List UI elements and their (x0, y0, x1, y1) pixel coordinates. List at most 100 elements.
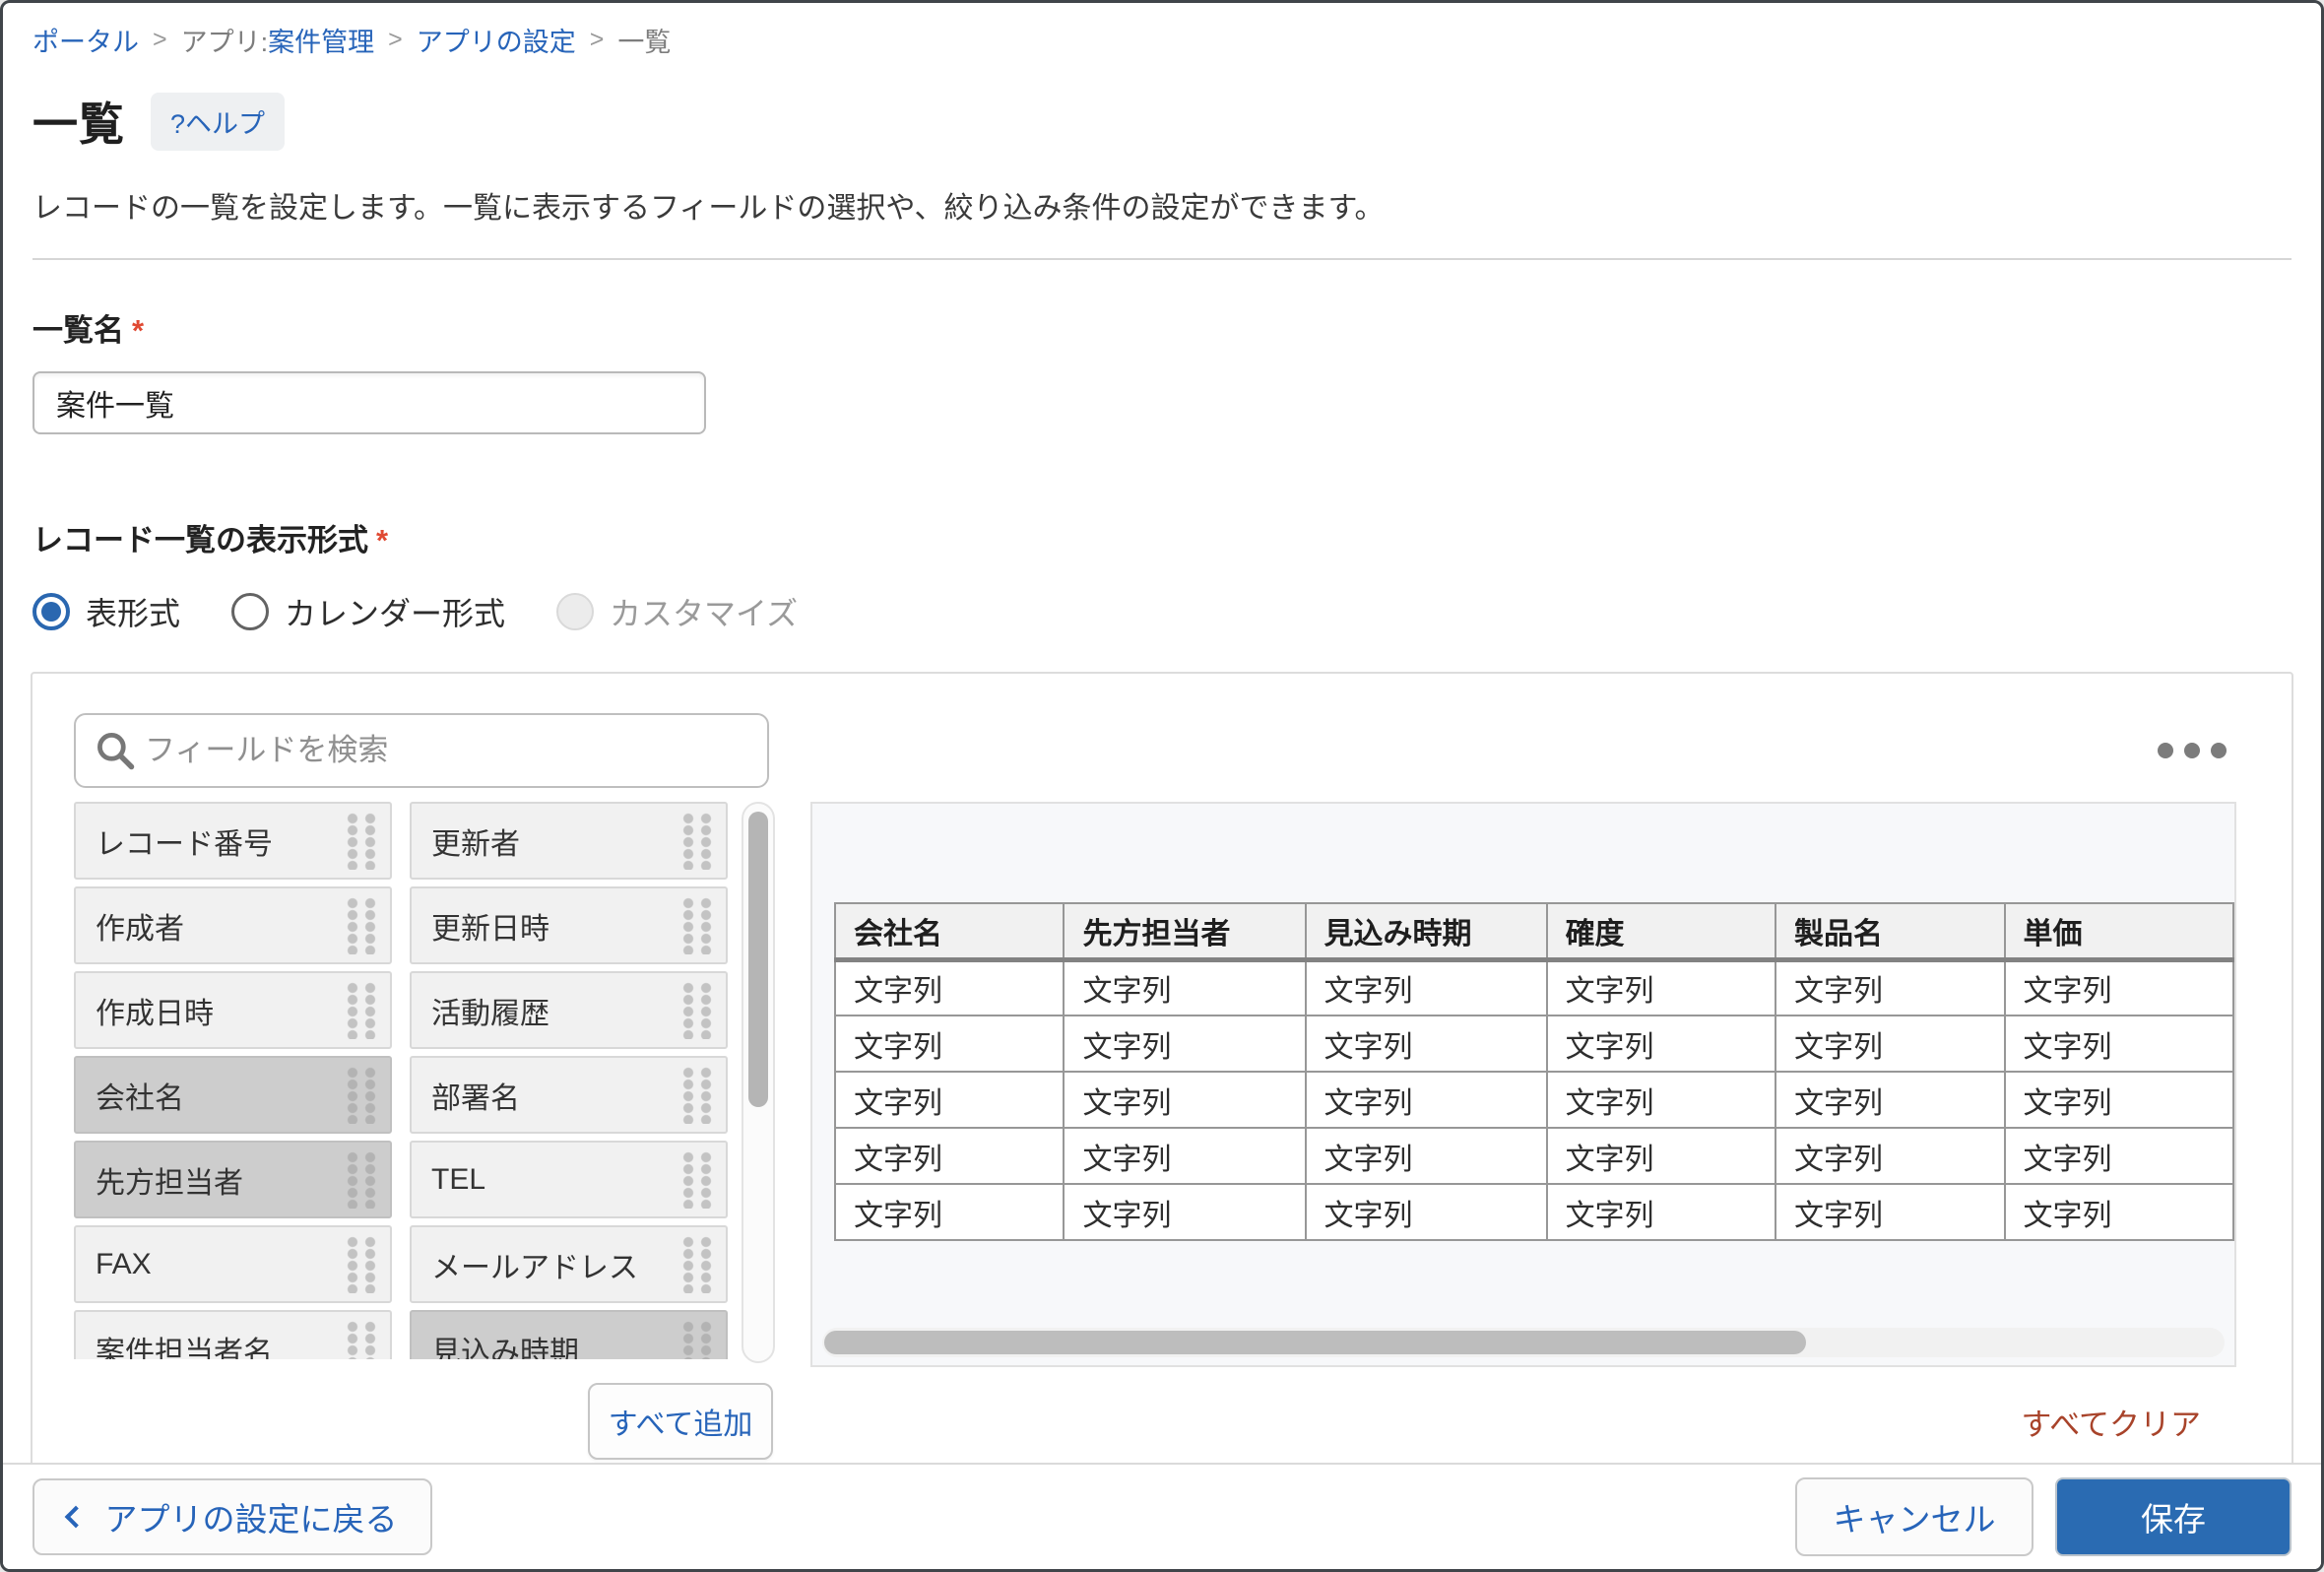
preview-column-header[interactable]: 確度 (1545, 902, 1777, 962)
field-chip-label: 更新者 (431, 827, 520, 861)
preview-cell: 文字列 (1545, 1071, 1777, 1129)
field-chip[interactable]: 案件担当者名 (74, 1310, 392, 1359)
preview-cell: 文字列 (2003, 1015, 2234, 1073)
field-chip[interactable]: レコード番号 (74, 802, 392, 880)
field-chip-label: 部署名 (431, 1081, 520, 1115)
preview-cell: 文字列 (1063, 1015, 1307, 1073)
field-chip-label: 先方担当者 (96, 1166, 243, 1200)
field-chip[interactable]: TEL (410, 1141, 728, 1218)
page-title: 一覧 (32, 98, 125, 150)
field-chip-label: 会社名 (96, 1081, 184, 1115)
list-name-input[interactable] (32, 371, 706, 434)
help-button[interactable]: ?ヘルプ (151, 92, 286, 151)
drag-handle-icon[interactable] (682, 812, 718, 870)
field-list-scrollbar[interactable] (742, 802, 775, 1363)
breadcrumb-text: アプリ: (180, 28, 269, 57)
preview-cell: 文字列 (1545, 1015, 1777, 1073)
save-button[interactable]: 保存 (2055, 1477, 2292, 1556)
drag-handle-icon[interactable] (347, 1320, 382, 1359)
preview-cell: 文字列 (1775, 1127, 2006, 1185)
field-chip-label: FAX (96, 1247, 152, 1280)
preview-cell: 文字列 (1304, 1127, 1548, 1185)
breadcrumb-item: アプリ: 案件管理 (181, 21, 375, 59)
drag-handle-icon[interactable] (347, 981, 382, 1039)
breadcrumb-item: アプリの設定 (417, 21, 576, 59)
field-chip[interactable]: 更新日時 (410, 886, 728, 964)
preview-cell: 文字列 (833, 1015, 1065, 1073)
preview-cell: 文字列 (1063, 1071, 1307, 1129)
preview-cell: 文字列 (1545, 958, 1777, 1016)
preview-horizontal-scrollbar[interactable] (822, 1328, 2225, 1357)
radio-selected-icon (32, 593, 70, 630)
display-format-label: レコード一覧の表示形式 * (32, 523, 389, 557)
drag-handle-icon[interactable] (682, 896, 718, 954)
preview-column-header[interactable]: 見込み時期 (1304, 902, 1548, 962)
cancel-button[interactable]: キャンセル (1795, 1477, 2034, 1556)
clear-all-link[interactable]: すべてクリア (2021, 1400, 2201, 1444)
radio-customize-format: カスタマイズ (556, 589, 798, 634)
list-preview: 会社名 先方担当者 見込み時期 確度 製品名 単価 文字列 文字列 文字列 文字列 文字列 文字列文… (810, 802, 2236, 1367)
field-chip[interactable]: 活動履歴 (410, 971, 728, 1049)
radio-calendar-format[interactable]: カレンダー形式 (231, 589, 505, 634)
breadcrumb-item: 一覧 (617, 21, 671, 59)
scrollbar-thumb[interactable] (824, 1331, 1806, 1354)
field-chip-label: レコード番号 (96, 827, 273, 861)
field-chip[interactable]: 部署名 (410, 1056, 728, 1134)
field-chip-label: 更新日時 (431, 912, 549, 946)
preview-cell: 文字列 (1545, 1127, 1777, 1185)
breadcrumb-link[interactable]: ポータル (32, 21, 139, 59)
field-chip[interactable]: 作成者 (74, 886, 392, 964)
field-search-input[interactable] (74, 713, 769, 788)
preview-row: 文字列 文字列 文字列 文字列 文字列 文字列 (833, 958, 2234, 1016)
field-chip[interactable]: 先方担当者 (74, 1141, 392, 1218)
breadcrumb-separator: > (589, 26, 605, 53)
preview-cell: 文字列 (833, 1071, 1065, 1129)
ellipsis-menu-icon[interactable] (2148, 733, 2236, 768)
field-chip[interactable]: 作成日時 (74, 971, 392, 1049)
display-format-options: 表形式 カレンダー形式 カスタマイズ (32, 589, 2292, 634)
field-chip[interactable]: メールアドレス (410, 1225, 728, 1303)
preview-cell: 文字列 (2003, 1127, 2234, 1185)
drag-handle-icon[interactable] (682, 981, 718, 1039)
field-list: レコード番号 更新者作成者 更新日時作成日時 活動履歴会社名 部署名先方担当者 TEL FA… (74, 802, 810, 1363)
preview-cell: 文字列 (833, 958, 1065, 1016)
field-chip[interactable]: 会社名 (74, 1056, 392, 1134)
preview-cell: 文字列 (1304, 1015, 1548, 1073)
drag-handle-icon[interactable] (682, 1235, 718, 1293)
breadcrumb-separator: > (388, 26, 403, 53)
preview-column-header[interactable]: 製品名 (1775, 902, 2006, 962)
preview-body: 文字列 文字列 文字列 文字列 文字列 文字列 文字列 文字列 文字列 文字列 文字列 文字列 文字列文… (833, 958, 2234, 1241)
field-chip-label: 作成日時 (96, 997, 214, 1030)
back-to-settings-button[interactable]: アプリの設定に戻る (32, 1478, 432, 1555)
drag-handle-icon[interactable] (682, 1150, 718, 1209)
scrollbar-thumb[interactable] (748, 812, 768, 1107)
field-chip[interactable]: 見込み時期 (410, 1310, 728, 1359)
preview-cell: 文字列 (833, 1127, 1065, 1185)
preview-cell: 文字列 (1775, 1071, 2006, 1129)
field-chip-label: TEL (431, 1162, 486, 1196)
drag-handle-icon[interactable] (347, 812, 382, 870)
search-icon (97, 733, 135, 770)
drag-handle-icon[interactable] (682, 1066, 718, 1124)
preview-column-header[interactable]: 単価 (2003, 902, 2234, 962)
field-chip[interactable]: 更新者 (410, 802, 728, 880)
drag-handle-icon[interactable] (347, 1150, 382, 1209)
preview-column-header[interactable]: 会社名 (833, 902, 1065, 962)
breadcrumb: ポータル > アプリ: 案件管理 > アプリの設定 > 一覧 (3, 3, 2321, 59)
field-search (74, 713, 769, 788)
field-chip[interactable]: FAX (74, 1225, 392, 1303)
divider (32, 258, 2292, 260)
breadcrumb-link[interactable]: 案件管理 (268, 21, 374, 59)
preview-cell: 文字列 (1775, 1015, 2006, 1073)
radio-table-format[interactable]: 表形式 (32, 589, 180, 634)
preview-cell: 文字列 (1775, 958, 2006, 1016)
add-all-button[interactable]: すべて追加 (588, 1383, 773, 1460)
breadcrumb-link[interactable]: アプリの設定 (417, 21, 576, 59)
breadcrumb-separator: > (153, 26, 167, 53)
radio-disabled-icon (556, 593, 595, 630)
drag-handle-icon[interactable] (347, 1235, 382, 1293)
preview-column-header[interactable]: 先方担当者 (1063, 902, 1307, 962)
drag-handle-icon[interactable] (347, 1066, 382, 1124)
drag-handle-icon[interactable] (347, 896, 382, 954)
drag-handle-icon[interactable] (682, 1320, 718, 1359)
